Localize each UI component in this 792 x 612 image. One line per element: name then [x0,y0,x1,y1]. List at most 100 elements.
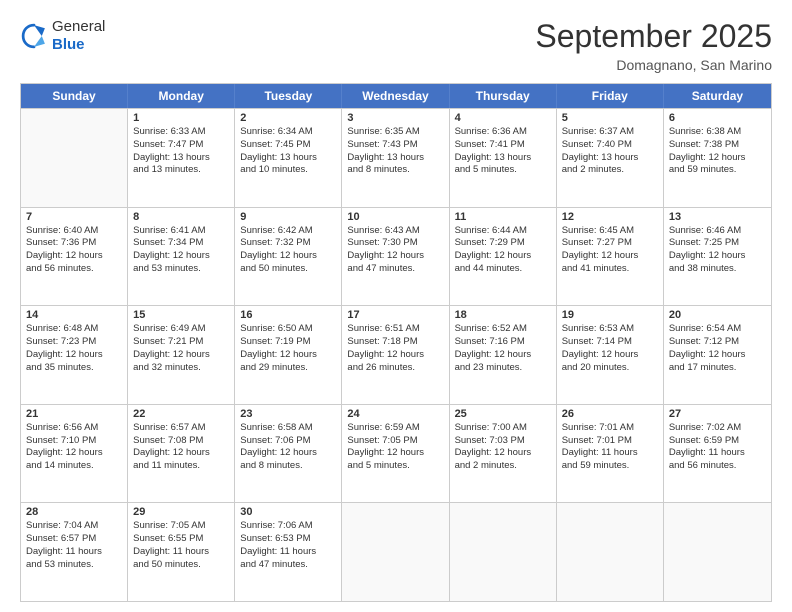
cell-line-l1: Sunrise: 7:05 AM [133,520,229,533]
cell-line-l4: and 32 minutes. [133,362,229,375]
cell-line-l4: and 23 minutes. [455,362,551,375]
cell-line-l2: Sunset: 7:36 PM [26,237,122,250]
cell-line-l3: Daylight: 12 hours [347,250,443,263]
cell-line-l1: Sunrise: 6:59 AM [347,422,443,435]
cell-line-l2: Sunset: 7:45 PM [240,139,336,152]
cell-line-l3: Daylight: 12 hours [240,447,336,460]
cal-cell-0-4: 4Sunrise: 6:36 AMSunset: 7:41 PMDaylight… [450,109,557,207]
cal-cell-2-4: 18Sunrise: 6:52 AMSunset: 7:16 PMDayligh… [450,306,557,404]
day-number: 19 [562,309,658,321]
cell-line-l1: Sunrise: 7:04 AM [26,520,122,533]
calendar-body: 1Sunrise: 6:33 AMSunset: 7:47 PMDaylight… [21,108,771,601]
cal-cell-4-6 [664,503,771,601]
cell-line-l2: Sunset: 6:57 PM [26,533,122,546]
cell-line-l3: Daylight: 13 hours [455,152,551,165]
cell-line-l3: Daylight: 11 hours [562,447,658,460]
cell-line-l4: and 10 minutes. [240,164,336,177]
cal-cell-3-6: 27Sunrise: 7:02 AMSunset: 6:59 PMDayligh… [664,405,771,503]
logo: General Blue [20,18,105,54]
day-number: 1 [133,112,229,124]
header-thursday: Thursday [450,84,557,108]
cal-cell-4-1: 29Sunrise: 7:05 AMSunset: 6:55 PMDayligh… [128,503,235,601]
day-number: 28 [26,506,122,518]
cell-line-l4: and 14 minutes. [26,460,122,473]
cal-cell-4-5 [557,503,664,601]
header: General Blue September 2025 Domagnano, S… [20,18,772,73]
title-area: September 2025 Domagnano, San Marino [535,18,772,73]
day-number: 22 [133,408,229,420]
header-sunday: Sunday [21,84,128,108]
cal-row-1: 7Sunrise: 6:40 AMSunset: 7:36 PMDaylight… [21,207,771,306]
day-number: 29 [133,506,229,518]
cell-line-l1: Sunrise: 6:46 AM [669,225,766,238]
cell-line-l4: and 44 minutes. [455,263,551,276]
cell-line-l1: Sunrise: 6:35 AM [347,126,443,139]
cell-line-l2: Sunset: 7:41 PM [455,139,551,152]
cell-line-l1: Sunrise: 6:41 AM [133,225,229,238]
cell-line-l1: Sunrise: 6:38 AM [669,126,766,139]
cell-line-l3: Daylight: 13 hours [240,152,336,165]
cell-line-l4: and 53 minutes. [133,263,229,276]
day-number: 14 [26,309,122,321]
cell-line-l4: and 41 minutes. [562,263,658,276]
cal-cell-1-1: 8Sunrise: 6:41 AMSunset: 7:34 PMDaylight… [128,208,235,306]
location: Domagnano, San Marino [535,57,772,73]
cell-line-l2: Sunset: 7:16 PM [455,336,551,349]
day-number: 17 [347,309,443,321]
cell-line-l1: Sunrise: 7:02 AM [669,422,766,435]
cal-cell-2-3: 17Sunrise: 6:51 AMSunset: 7:18 PMDayligh… [342,306,449,404]
cell-line-l3: Daylight: 11 hours [133,546,229,559]
month-title: September 2025 [535,18,772,55]
day-number: 26 [562,408,658,420]
cell-line-l2: Sunset: 6:59 PM [669,435,766,448]
cell-line-l1: Sunrise: 6:42 AM [240,225,336,238]
cal-cell-0-3: 3Sunrise: 6:35 AMSunset: 7:43 PMDaylight… [342,109,449,207]
cell-line-l4: and 5 minutes. [347,460,443,473]
cal-row-2: 14Sunrise: 6:48 AMSunset: 7:23 PMDayligh… [21,305,771,404]
cell-line-l2: Sunset: 7:27 PM [562,237,658,250]
cal-cell-3-2: 23Sunrise: 6:58 AMSunset: 7:06 PMDayligh… [235,405,342,503]
cell-line-l1: Sunrise: 6:33 AM [133,126,229,139]
cell-line-l4: and 29 minutes. [240,362,336,375]
cell-line-l2: Sunset: 7:25 PM [669,237,766,250]
cell-line-l3: Daylight: 12 hours [26,349,122,362]
cal-cell-3-3: 24Sunrise: 6:59 AMSunset: 7:05 PMDayligh… [342,405,449,503]
day-number: 21 [26,408,122,420]
cell-line-l1: Sunrise: 6:34 AM [240,126,336,139]
cell-line-l1: Sunrise: 6:51 AM [347,323,443,336]
cell-line-l3: Daylight: 12 hours [455,250,551,263]
day-number: 27 [669,408,766,420]
cell-line-l2: Sunset: 7:05 PM [347,435,443,448]
cell-line-l3: Daylight: 13 hours [347,152,443,165]
header-saturday: Saturday [664,84,771,108]
cal-cell-3-1: 22Sunrise: 6:57 AMSunset: 7:08 PMDayligh… [128,405,235,503]
cell-line-l4: and 35 minutes. [26,362,122,375]
cell-line-l4: and 38 minutes. [669,263,766,276]
cell-line-l2: Sunset: 7:03 PM [455,435,551,448]
cell-line-l3: Daylight: 12 hours [669,250,766,263]
cell-line-l2: Sunset: 6:53 PM [240,533,336,546]
day-number: 16 [240,309,336,321]
cell-line-l1: Sunrise: 6:49 AM [133,323,229,336]
cell-line-l2: Sunset: 7:19 PM [240,336,336,349]
cell-line-l2: Sunset: 7:40 PM [562,139,658,152]
cell-line-l3: Daylight: 11 hours [26,546,122,559]
day-number: 13 [669,211,766,223]
cell-line-l2: Sunset: 7:29 PM [455,237,551,250]
cell-line-l4: and 26 minutes. [347,362,443,375]
cell-line-l3: Daylight: 12 hours [26,447,122,460]
cell-line-l2: Sunset: 7:01 PM [562,435,658,448]
cal-cell-1-2: 9Sunrise: 6:42 AMSunset: 7:32 PMDaylight… [235,208,342,306]
cell-line-l3: Daylight: 12 hours [347,349,443,362]
cell-line-l1: Sunrise: 6:44 AM [455,225,551,238]
header-wednesday: Wednesday [342,84,449,108]
cal-cell-4-2: 30Sunrise: 7:06 AMSunset: 6:53 PMDayligh… [235,503,342,601]
cal-cell-0-5: 5Sunrise: 6:37 AMSunset: 7:40 PMDaylight… [557,109,664,207]
cell-line-l3: Daylight: 12 hours [455,447,551,460]
day-number: 4 [455,112,551,124]
cell-line-l4: and 50 minutes. [240,263,336,276]
cell-line-l3: Daylight: 12 hours [455,349,551,362]
cal-cell-4-3 [342,503,449,601]
cell-line-l4: and 59 minutes. [562,460,658,473]
cal-row-4: 28Sunrise: 7:04 AMSunset: 6:57 PMDayligh… [21,502,771,601]
